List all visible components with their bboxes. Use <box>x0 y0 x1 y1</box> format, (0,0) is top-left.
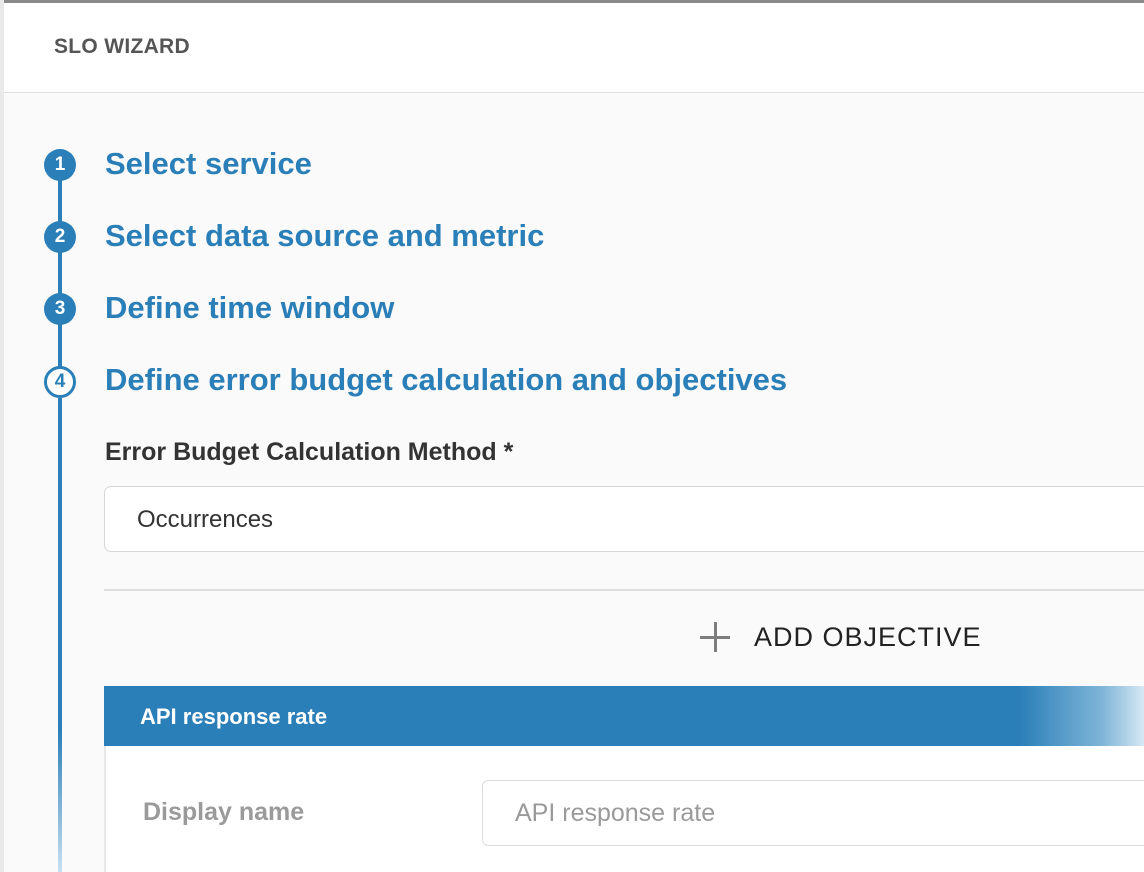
objective-header[interactable]: API response rate <box>104 686 1144 746</box>
wizard-title: SLO WIZARD <box>54 35 190 58</box>
error-budget-method-value: Occurrences <box>137 506 274 533</box>
objective-title: API response rate <box>140 704 328 729</box>
step-3-number-icon: 3 <box>44 293 76 325</box>
error-budget-method-label: Error Budget Calculation Method * <box>105 438 514 466</box>
step-connector-3 <box>58 323 62 369</box>
add-objective-label: ADD OBJECTIVE <box>754 622 982 652</box>
step-4-number-icon: 4 <box>44 366 76 398</box>
step-connector-1 <box>58 180 62 226</box>
display-name-input[interactable] <box>482 780 1144 846</box>
section-divider <box>104 589 1144 591</box>
step-4-define-error-budget[interactable]: Define error budget calculation and obje… <box>105 362 787 398</box>
step-connector-2 <box>58 251 62 298</box>
plus-icon <box>698 620 732 654</box>
error-budget-method-select[interactable]: Occurrences <box>104 486 1144 552</box>
display-name-label: Display name <box>143 798 305 826</box>
step-1-select-service[interactable]: Select service <box>105 146 312 182</box>
step-2-select-data-source[interactable]: Select data source and metric <box>105 218 544 254</box>
step-connector-4 <box>58 398 62 872</box>
step-2-number-icon: 2 <box>44 221 76 253</box>
wizard-header: SLO WIZARD <box>4 3 1144 93</box>
step-1-number-icon: 1 <box>44 149 76 181</box>
step-3-define-time-window[interactable]: Define time window <box>105 290 394 326</box>
